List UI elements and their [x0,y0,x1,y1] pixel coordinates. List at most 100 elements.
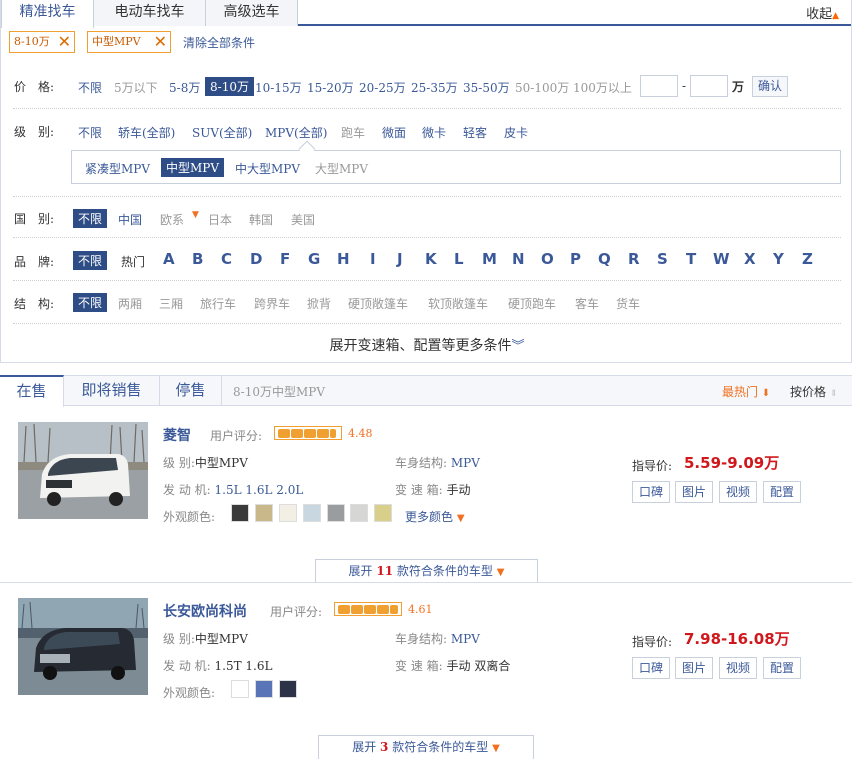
structure-option[interactable]: 软顶敞篷车 [428,295,488,312]
mpv-sub-option[interactable]: 大型MPV [315,160,368,177]
tab-ev-search[interactable]: 电动车找车 [94,0,206,26]
price-option-selected[interactable]: 8-10万 [205,77,254,96]
structure-option[interactable]: 客车 [575,295,599,312]
photos-button[interactable]: 图片 [675,481,713,503]
brand-letter[interactable]: H [337,250,350,268]
clear-all-link[interactable]: 清除全部条件 [183,34,255,51]
price-option[interactable]: 15-20万 [307,79,354,96]
country-option-selected[interactable]: 不限 [73,209,108,228]
mpv-sub-option[interactable]: 紧凑型MPV [85,160,150,177]
sort-by-price[interactable]: 按价格 ⇕ [790,383,837,400]
country-option[interactable]: 韩国 [249,211,273,228]
structure-option[interactable]: 跨界车 [254,295,290,312]
mpv-sub-option-selected[interactable]: 中型MPV [161,158,225,177]
reviews-button[interactable]: 口碑 [632,657,670,679]
color-swatch[interactable] [327,504,345,522]
car-photo[interactable] [18,422,148,519]
brand-letter[interactable]: X [744,250,756,268]
more-colors-link[interactable]: 更多颜色 ▼ [405,508,465,525]
price-option[interactable]: 5-8万 [169,79,200,96]
specs-button[interactable]: 配置 [763,657,801,679]
brand-letter[interactable]: M [482,250,497,268]
brand-letter[interactable]: A [163,250,175,268]
color-swatch[interactable] [374,504,392,522]
brand-letter[interactable]: W [713,250,730,268]
structure-option-selected[interactable]: 不限 [73,293,108,312]
brand-option-hot[interactable]: 热门 [121,253,145,270]
level-option[interactable]: 跑车 [341,124,365,141]
specs-button[interactable]: 配置 [763,481,801,503]
close-icon[interactable]: ✕ [58,32,71,51]
brand-letter[interactable]: K [425,250,437,268]
country-option[interactable]: 欧系 [160,211,184,228]
collapse-button[interactable]: 收起▲ [806,3,839,22]
structure-option[interactable]: 两厢 [118,295,142,312]
brand-letter[interactable]: L [454,250,464,268]
level-option[interactable]: 轻客 [463,124,487,141]
structure-option[interactable]: 旅行车 [200,295,236,312]
level-option-active[interactable]: MPV(全部) [265,124,327,141]
price-min-input[interactable] [640,75,678,97]
tab-advanced-search[interactable]: 高级选车 [206,0,298,26]
expand-models-button[interactable]: 展开 11 款符合条件的车型 ▼ [315,559,538,583]
color-swatch[interactable] [303,504,321,522]
price-option[interactable]: 50-100万 [515,79,569,96]
price-option[interactable]: 25-35万 [411,79,458,96]
brand-letter[interactable]: Z [802,250,813,268]
level-option[interactable]: 皮卡 [504,124,528,141]
car-name-link[interactable]: 长安欧尚科尚 [163,601,247,621]
level-option[interactable]: 轿车(全部) [118,124,175,141]
expand-models-button[interactable]: 展开 3 款符合条件的车型 ▼ [318,735,534,759]
country-option[interactable]: 中国 [118,211,142,228]
price-option[interactable]: 100万以上 [573,79,632,96]
structure-option[interactable]: 硬顶跑车 [508,295,556,312]
color-swatch[interactable] [231,680,249,698]
brand-letter[interactable]: G [308,250,320,268]
car-name-link[interactable]: 菱智 [163,425,191,445]
level-option[interactable]: 不限 [78,124,102,141]
chip-price[interactable]: 8-10万 ✕ [9,31,75,53]
brand-letter[interactable]: N [512,250,525,268]
brand-letter[interactable]: O [541,250,554,268]
brand-letter[interactable]: D [250,250,262,268]
chevron-down-icon[interactable]: ▼ [192,210,199,220]
brand-letter[interactable]: P [570,250,581,268]
photos-button[interactable]: 图片 [675,657,713,679]
tab-on-sale[interactable]: 在售 [0,375,64,407]
price-option[interactable]: 20-25万 [359,79,406,96]
structure-option[interactable]: 硬顶敞篷车 [348,295,408,312]
brand-letter[interactable]: C [221,250,232,268]
country-option[interactable]: 美国 [291,211,315,228]
brand-letter[interactable]: I [370,250,376,268]
tab-coming-soon[interactable]: 即将销售 [64,376,160,406]
brand-letter[interactable]: S [657,250,668,268]
car-photo[interactable] [18,598,148,695]
level-option[interactable]: SUV(全部) [192,124,252,141]
brand-letter[interactable]: R [628,250,640,268]
expand-more-conditions[interactable]: 展开变速箱、配置等更多条件︾ [1,335,852,355]
brand-letter[interactable]: F [280,250,290,268]
close-icon[interactable]: ✕ [154,32,167,51]
chip-level[interactable]: 中型MPV ✕ [87,31,171,53]
reviews-button[interactable]: 口碑 [632,481,670,503]
brand-letter[interactable]: Y [773,250,784,268]
mpv-sub-option[interactable]: 中大型MPV [235,160,300,177]
price-option[interactable]: 35-50万 [463,79,510,96]
structure-option[interactable]: 掀背 [307,295,331,312]
sort-by-popularity[interactable]: 最热门 ⬇ [722,383,770,400]
level-option[interactable]: 微卡 [422,124,446,141]
price-option[interactable]: 不限 [78,79,102,96]
price-option[interactable]: 5万以下 [114,79,158,96]
brand-letter[interactable]: T [686,250,696,268]
price-max-input[interactable] [690,75,728,97]
country-option[interactable]: 日本 [208,211,232,228]
brand-option-selected[interactable]: 不限 [73,251,108,270]
tab-discontinued[interactable]: 停售 [160,376,222,406]
color-swatch[interactable] [255,504,273,522]
tab-precise-search[interactable]: 精准找车 [1,0,94,28]
brand-letter[interactable]: B [192,250,203,268]
color-swatch[interactable] [255,680,273,698]
structure-option[interactable]: 三厢 [159,295,183,312]
color-swatch[interactable] [350,504,368,522]
structure-option[interactable]: 货车 [616,295,640,312]
